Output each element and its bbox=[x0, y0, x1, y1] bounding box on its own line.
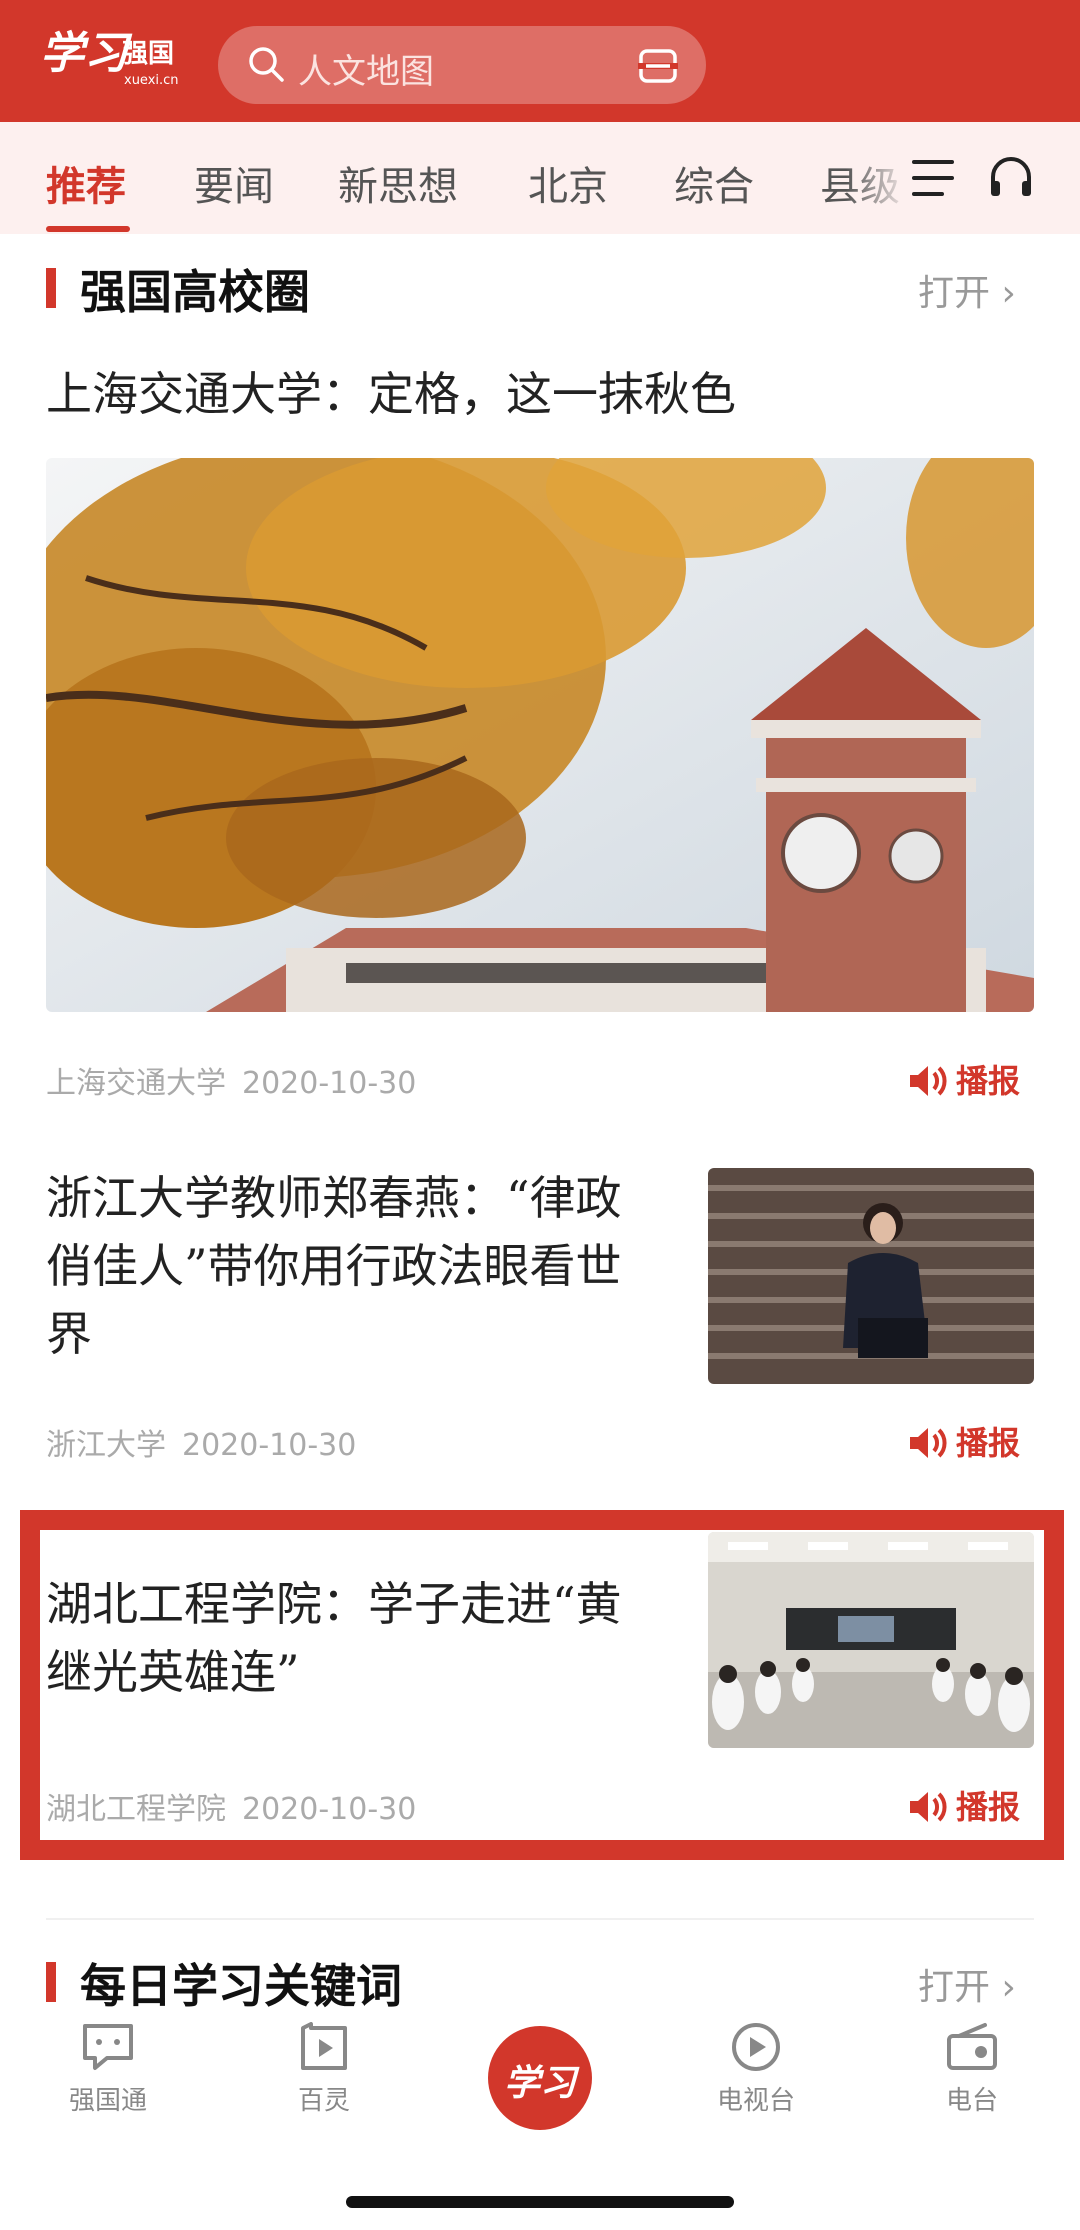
radio-icon bbox=[947, 2023, 997, 2070]
svg-text:xuexi.cn: xuexi.cn bbox=[124, 73, 179, 88]
nav-label: 百灵 bbox=[297, 2086, 350, 2116]
article-date: 2020-10-30 bbox=[242, 1066, 417, 1101]
nav-label: 电台 bbox=[945, 2086, 998, 2116]
active-tab-indicator bbox=[46, 226, 130, 232]
scan-icon[interactable] bbox=[638, 48, 678, 88]
section-marker bbox=[46, 268, 56, 308]
nav-tv[interactable]: 电视台 bbox=[696, 2022, 816, 2117]
tv-play-icon bbox=[732, 2023, 780, 2071]
article-source: 上海交通大学 bbox=[46, 1066, 226, 1101]
title-line: 界 bbox=[46, 1307, 92, 1361]
broadcast-button[interactable]: 播报 bbox=[908, 1056, 1020, 1102]
title-line: 继光英雄连” bbox=[46, 1645, 300, 1699]
speaker-icon bbox=[910, 1428, 947, 1458]
speaker-icon bbox=[910, 1066, 947, 1096]
speaker-icon bbox=[910, 1792, 947, 1822]
section-open-link[interactable]: 打开 › bbox=[918, 264, 1016, 316]
svg-text:学习: 学习 bbox=[40, 28, 133, 79]
nav-radio[interactable]: 电台 bbox=[912, 2022, 1032, 2117]
home-indicator[interactable] bbox=[346, 2196, 734, 2208]
article-source: 浙江大学 bbox=[46, 1428, 166, 1463]
article-meta: 上海交通大学 2020-10-30 bbox=[46, 1058, 416, 1102]
broadcast-button[interactable]: 播报 bbox=[908, 1782, 1020, 1828]
section-title: 每日学习关键词 bbox=[80, 1959, 402, 2013]
broadcast-label: 播报 bbox=[956, 1788, 1021, 1826]
search-placeholder: 人文地图 bbox=[298, 52, 434, 92]
section-marker bbox=[46, 1962, 56, 2002]
article-meta: 湖北工程学院 2020-10-30 bbox=[46, 1784, 416, 1828]
section-divider bbox=[46, 1918, 1034, 1920]
nav-label: 强国通 bbox=[68, 2086, 147, 2116]
article-thumbnail[interactable] bbox=[708, 1532, 1034, 1748]
broadcast-label: 播报 bbox=[956, 1062, 1021, 1100]
nav-qiangguotong[interactable]: 强国通 bbox=[48, 2022, 168, 2117]
nav-bailing[interactable]: 百灵 bbox=[264, 2022, 384, 2117]
article-source: 湖北工程学院 bbox=[46, 1792, 226, 1827]
nav-label: 电视台 bbox=[716, 2086, 795, 2116]
title-line: 湖北工程学院：学子走进“黄 bbox=[46, 1577, 622, 1631]
article-title[interactable]: 浙江大学教师郑春燕：“律政 俏佳人”带你用行政法眼看世 界 bbox=[46, 1164, 686, 1368]
search-icon bbox=[246, 44, 286, 88]
tab-beijing[interactable]: 北京 bbox=[528, 154, 608, 212]
svg-text:强国: 强国 bbox=[122, 39, 174, 69]
top-bar: 学习 强国 xuexi.cn 人文地图 bbox=[0, 0, 1080, 122]
section-open-link[interactable]: 打开 › bbox=[918, 1958, 1016, 2010]
tab-news[interactable]: 要闻 bbox=[194, 154, 274, 212]
study-center-button[interactable]: 学习 bbox=[488, 2026, 592, 2130]
headphones-icon[interactable] bbox=[988, 154, 1034, 204]
tab-new-thought[interactable]: 新思想 bbox=[338, 154, 458, 212]
article-title[interactable]: 湖北工程学院：学子走进“黄 继光英雄连” bbox=[46, 1570, 686, 1706]
title-line: 俏佳人”带你用行政法眼看世 bbox=[46, 1239, 622, 1293]
chat-icon bbox=[83, 2024, 133, 2070]
search-bar[interactable]: 人文地图 bbox=[218, 26, 706, 104]
channel-menu-icon[interactable] bbox=[912, 158, 956, 202]
article-date: 2020-10-30 bbox=[182, 1428, 357, 1463]
article-date: 2020-10-30 bbox=[242, 1792, 417, 1827]
tabs-fade bbox=[846, 122, 910, 234]
study-center-icon: 学习 bbox=[503, 2062, 576, 2104]
section-title: 强国高校圈 bbox=[80, 265, 310, 319]
article-hero-image[interactable] bbox=[46, 458, 1034, 1012]
broadcast-label: 播报 bbox=[956, 1424, 1021, 1462]
play-box-icon bbox=[301, 2022, 347, 2070]
article-title[interactable]: 上海交通大学：定格，这一抹秋色 bbox=[46, 360, 736, 428]
tab-recommend[interactable]: 推荐 bbox=[46, 154, 126, 212]
broadcast-button[interactable]: 播报 bbox=[908, 1418, 1020, 1464]
article-thumbnail[interactable] bbox=[708, 1168, 1034, 1384]
app-logo[interactable]: 学习 强国 xuexi.cn bbox=[38, 18, 188, 94]
article-meta: 浙江大学 2020-10-30 bbox=[46, 1420, 356, 1464]
title-line: 浙江大学教师郑春燕：“律政 bbox=[46, 1171, 622, 1225]
tab-general[interactable]: 综合 bbox=[674, 154, 754, 212]
